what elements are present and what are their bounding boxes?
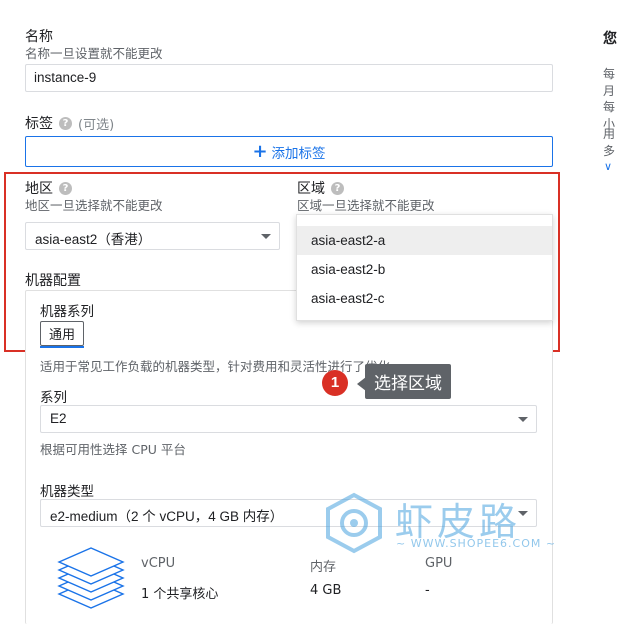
- spec-header-gpu: GPU: [425, 556, 453, 571]
- region-select[interactable]: asia-east2（香港）: [25, 222, 280, 250]
- machine-family-label: 机器系列: [40, 304, 94, 320]
- name-input[interactable]: instance-9: [25, 64, 553, 92]
- series-label: 系列: [40, 390, 67, 406]
- labels-label: 标签: [25, 116, 53, 132]
- chip-underline: [40, 346, 85, 348]
- series-select[interactable]: E2: [40, 405, 537, 433]
- spec-value-memory: 4 GB: [310, 583, 342, 598]
- zone-option[interactable]: asia-east2-c: [297, 284, 552, 313]
- chevron-down-icon[interactable]: ∨: [604, 160, 612, 173]
- zone-option[interactable]: asia-east2-a: [297, 226, 552, 255]
- machine-family-tab[interactable]: 通用: [40, 321, 85, 348]
- help-icon[interactable]: ?: [59, 181, 72, 195]
- name-hint: 名称一旦设置就不能更改: [25, 46, 163, 61]
- side-panel-line3: 用多: [603, 127, 616, 158]
- labels-optional: (可选): [78, 117, 115, 133]
- caret-down-icon: [518, 417, 528, 422]
- zone-dropdown: asia-east2-a asia-east2-b asia-east2-c: [296, 214, 553, 321]
- spec-value-vcpu: 1 个共享核心: [141, 587, 219, 602]
- plus-icon: +: [252, 140, 268, 162]
- annotation-tooltip: 选择区域: [365, 364, 451, 399]
- side-panel-title: 您: [603, 31, 617, 47]
- machine-stack-icon: [57, 547, 125, 609]
- machine-config-label: 机器配置: [25, 273, 81, 289]
- add-label-text: 添加标签: [271, 145, 326, 162]
- machine-type-label: 机器类型: [40, 484, 94, 500]
- step-badge: 1: [322, 370, 348, 396]
- machine-type-value: e2-medium（2 个 vCPU，4 GB 内存）: [50, 509, 284, 524]
- side-panel-line1: 每月: [603, 67, 616, 98]
- watermark-logo-icon: [326, 492, 382, 554]
- region-hint: 地区一旦选择就不能更改: [25, 198, 163, 213]
- spec-value-gpu: -: [425, 583, 430, 598]
- caret-down-icon: [261, 234, 271, 239]
- series-hint: 根据可用性选择 CPU 平台: [40, 442, 186, 457]
- help-icon[interactable]: ?: [331, 181, 344, 195]
- series-value: E2: [50, 411, 67, 426]
- labels-header: 标签 ? (可选): [25, 113, 114, 133]
- zone-hint: 区域一旦选择就不能更改: [297, 198, 435, 213]
- region-value: asia-east2（香港）: [35, 232, 152, 247]
- help-icon[interactable]: ?: [59, 116, 72, 130]
- spec-header-vcpu: vCPU: [141, 556, 176, 571]
- family-chip: 通用: [40, 321, 85, 346]
- add-label-button[interactable]: + 添加标签: [25, 136, 553, 167]
- watermark-url: ~ WWW.SHOPEE6.COM ~: [396, 537, 557, 550]
- zone-option[interactable]: asia-east2-b: [297, 255, 552, 284]
